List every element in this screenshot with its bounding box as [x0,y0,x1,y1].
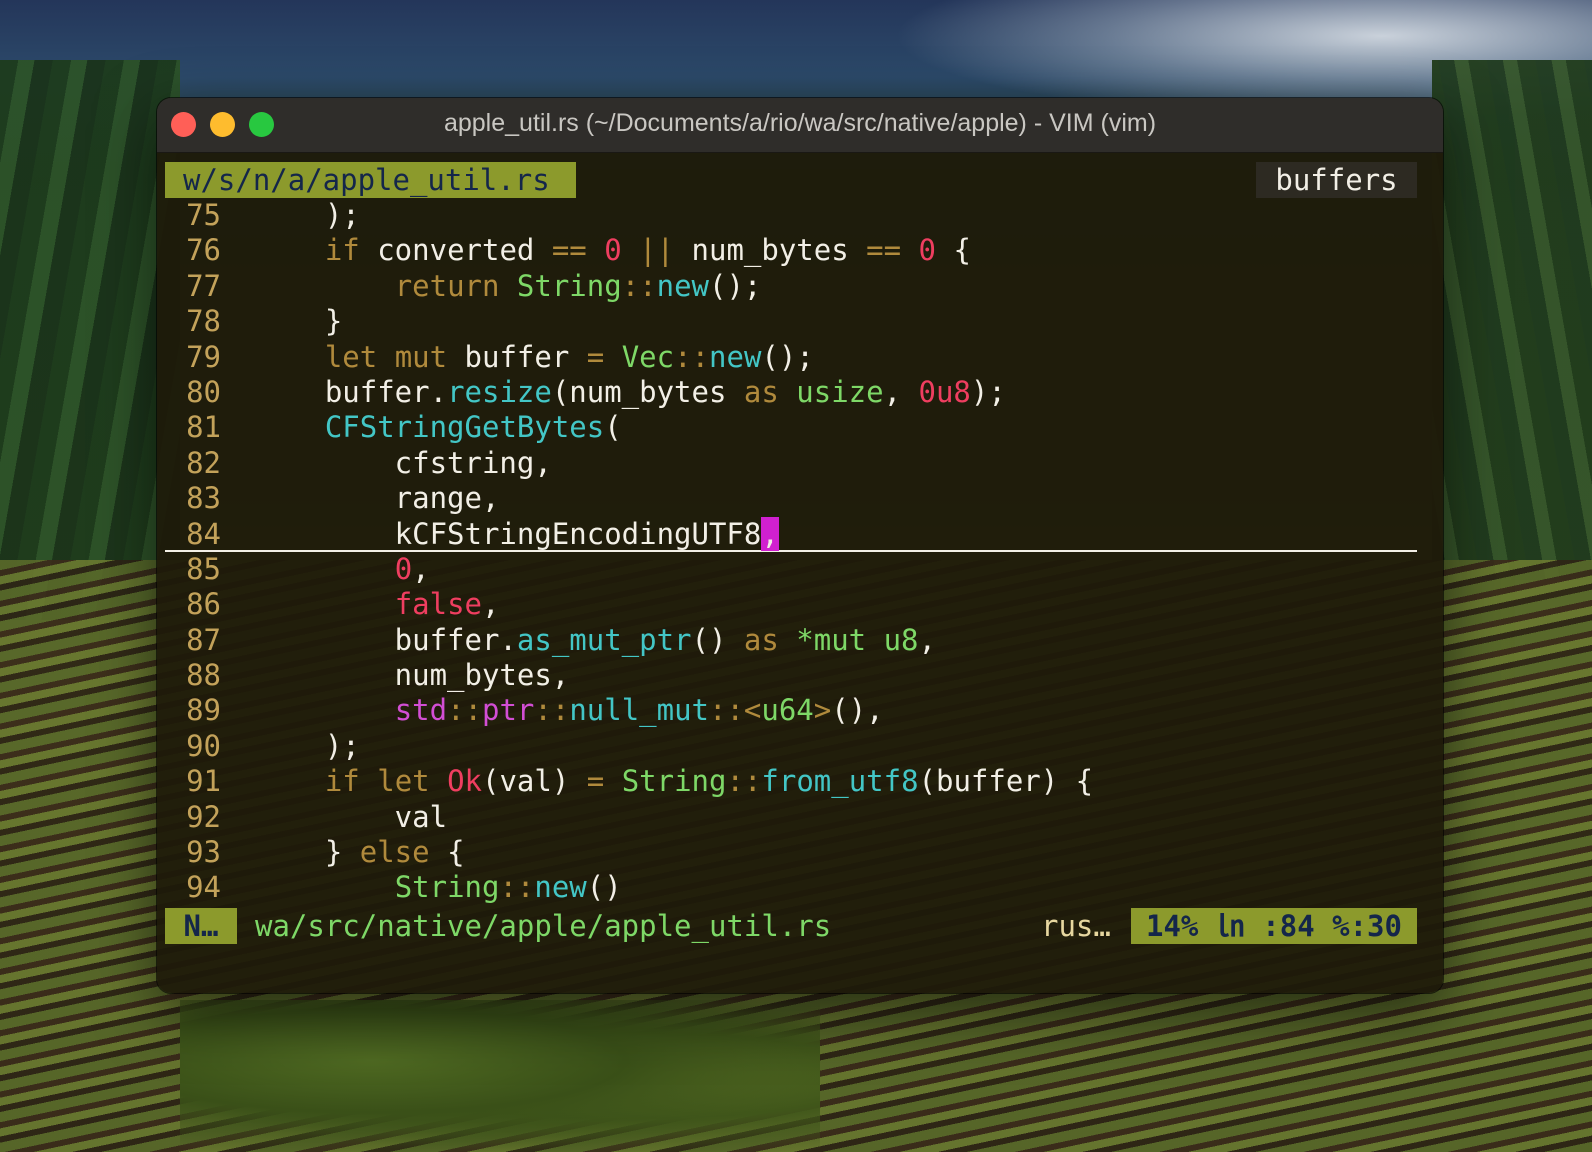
buffers-indicator: buffers [1256,162,1417,198]
line-code[interactable]: num_bytes, [255,658,570,693]
tab-current-file[interactable]: w/s/n/a/apple_util.rs [165,162,576,198]
code-line[interactable]: 89 std::ptr::null_mut::<u64>(), [165,693,1417,728]
line-code[interactable]: false, [255,587,500,622]
code-line[interactable]: 81 CFStringGetBytes( [165,410,1417,445]
line-number: 87 [186,622,221,657]
line-number: 89 [186,693,221,728]
code-lines[interactable]: 75 ); 76 if converted == 0 || num_bytes =… [165,198,1417,906]
line-number: 77 [186,268,221,303]
forest-left [0,60,180,620]
code-line[interactable]: 83 range, [165,481,1417,516]
line-number: 88 [186,658,221,693]
code-line[interactable]: 85 0, [165,552,1417,587]
line-code[interactable]: String::new() [255,870,622,905]
terminal-window: apple_util.rs (~/Documents/a/rio/wa/src/… [157,98,1443,993]
line-code[interactable]: 0, [255,552,430,587]
line-code[interactable]: } else { [255,835,465,870]
line-number: 82 [186,445,221,480]
code-line[interactable]: 79 let mut buffer = Vec::new(); [165,340,1417,375]
line-code[interactable]: } [255,304,342,339]
foreground-trees [180,1000,820,1152]
line-number: 75 [186,198,221,232]
code-line[interactable]: 80 buffer.resize(num_bytes as usize, 0u8… [165,375,1417,410]
code-line[interactable]: 92 val [165,800,1417,835]
line-code[interactable]: range, [255,481,500,516]
line-code[interactable]: ); [255,198,360,233]
line-number: 94 [186,870,221,905]
line-number: 76 [186,233,221,268]
window-title: apple_util.rs (~/Documents/a/rio/wa/src/… [443,109,1157,137]
line-number: 92 [186,799,221,834]
code-line[interactable]: 77 return String::new(); [165,269,1417,304]
line-code[interactable]: let mut buffer = Vec::new(); [255,340,814,375]
text-cursor: , [761,516,779,551]
line-number: 81 [186,410,221,445]
code-line[interactable]: 88 num_bytes, [165,658,1417,693]
file-path: wa/src/native/apple/apple_util.rs [255,909,832,943]
line-number: 91 [186,764,221,799]
line-number: 93 [186,835,221,870]
cursor-position: 14% ㏑ :84 %:30 [1131,908,1417,944]
vim-editor[interactable]: w/s/n/a/apple_util.rs buffers 75 ); 76 if… [165,162,1417,944]
line-number: 78 [186,304,221,339]
code-line[interactable]: 84 kCFStringEncodingUTF8, [165,516,1417,552]
code-line[interactable]: 75 ); [165,198,1417,233]
code-line[interactable]: 82 cfstring, [165,446,1417,481]
line-code[interactable]: std::ptr::null_mut::<u64>(), [255,693,884,728]
line-code[interactable]: buffer.resize(num_bytes as usize, 0u8); [255,375,1006,410]
line-code[interactable]: ); [255,729,360,764]
code-line[interactable]: 94 String::new() [165,870,1417,905]
code-line[interactable]: 78 } [165,304,1417,339]
line-number: 83 [186,481,221,516]
line-code[interactable]: buffer.as_mut_ptr() as *mut u8, [255,623,936,658]
line-code[interactable]: cfstring, [255,446,552,481]
code-line[interactable]: 90 ); [165,729,1417,764]
line-number: 79 [186,339,221,374]
filetype-indicator: rus… [1041,909,1111,943]
code-line[interactable]: 93 } else { [165,835,1417,870]
code-line[interactable]: 76 if converted == 0 || num_bytes == 0 { [165,233,1417,268]
line-code[interactable]: if let Ok(val) = String::from_utf8(buffe… [255,764,1093,799]
line-code[interactable]: CFStringGetBytes( [255,410,622,445]
code-line[interactable]: 91 if let Ok(val) = String::from_utf8(bu… [165,764,1417,799]
line-number: 90 [186,728,221,763]
line-code[interactable]: return String::new(); [255,269,762,304]
line-code[interactable]: if converted == 0 || num_bytes == 0 { [255,233,971,268]
line-code[interactable]: val [255,800,447,835]
statusline: N… wa/src/native/apple/apple_util.rs rus… [165,908,1417,944]
line-code[interactable]: kCFStringEncodingUTF8, [255,516,779,552]
line-number: 80 [186,374,221,409]
window-titlebar[interactable]: apple_util.rs (~/Documents/a/rio/wa/src/… [157,98,1443,153]
line-number: 86 [186,587,221,622]
line-number: 84 [186,516,221,551]
tabline: w/s/n/a/apple_util.rs buffers [165,162,1417,198]
code-line[interactable]: 86 false, [165,587,1417,622]
code-line[interactable]: 87 buffer.as_mut_ptr() as *mut u8, [165,623,1417,658]
mode-indicator: N… [165,908,237,944]
forest-right [1432,60,1592,580]
line-number: 85 [186,551,221,586]
